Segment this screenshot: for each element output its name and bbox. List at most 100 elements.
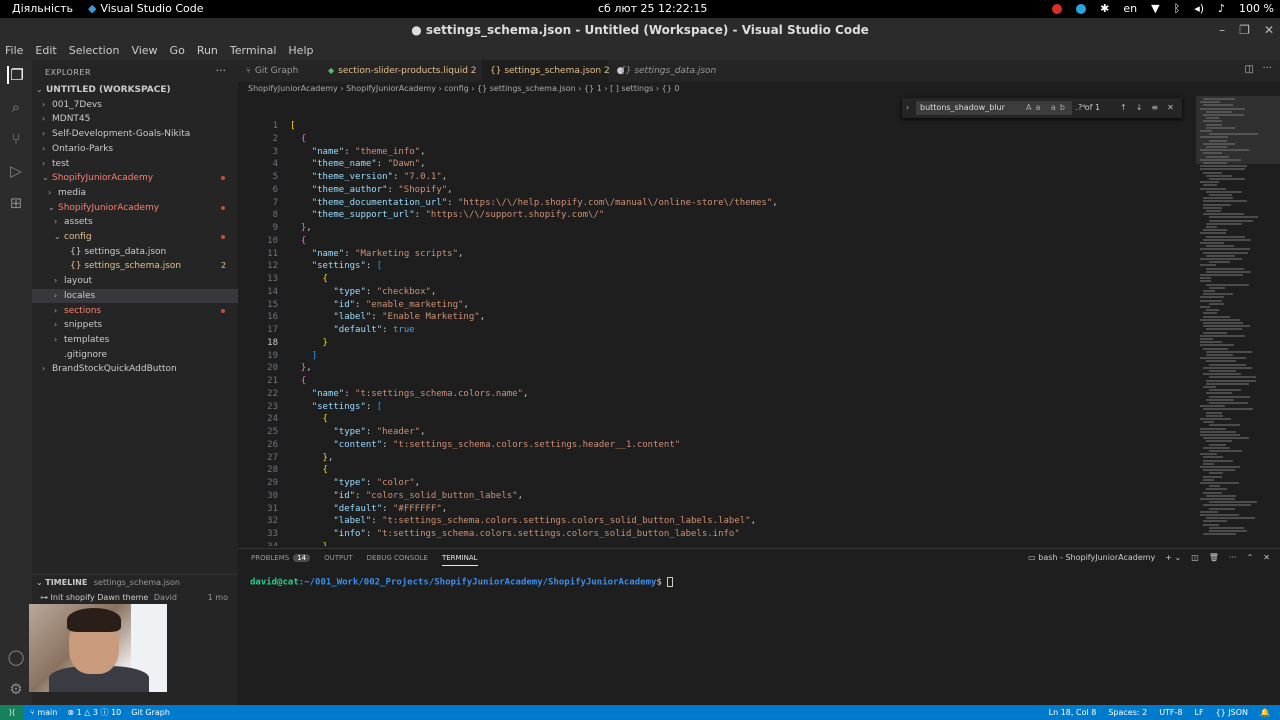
timeline-header[interactable]: ⌄ TIMELINE settings_schema.json	[36, 578, 180, 587]
code-line[interactable]: {	[290, 133, 306, 146]
minimize-icon[interactable]: –	[1219, 18, 1225, 42]
cursor-position[interactable]: Ln 18, Col 8	[1049, 705, 1097, 720]
language-mode[interactable]: {} JSON	[1216, 705, 1248, 720]
menu-selection[interactable]: Selection	[69, 42, 120, 60]
terminal-selector[interactable]: ▭ bash - ShopifyJuniorAcademy	[1028, 553, 1155, 562]
menu-terminal[interactable]: Terminal	[230, 42, 277, 60]
find-in-selection-icon[interactable]: ≡	[1151, 103, 1167, 112]
minimap-slider[interactable]	[1196, 96, 1280, 164]
code-editor[interactable]: 1 2 3 4 5 6 7 8 9 10 11 12 13 14 15 16 17 18 19 20 21 22 23 24 2…	[238, 96, 1196, 546]
code-line[interactable]: "content": "t:settings_schema.colors.set…	[290, 439, 680, 452]
maximize-panel-icon[interactable]: ⌃	[1247, 553, 1254, 562]
code-line[interactable]: "name": "t:settings_schema.colors.name",	[290, 388, 529, 401]
code-line[interactable]: "label": "Enable Marketing",	[290, 311, 485, 324]
explorer-icon[interactable]: ❐	[7, 66, 25, 84]
tree-item[interactable]: › 001_7Devs	[32, 98, 238, 112]
mic-icon[interactable]: ♪	[1218, 2, 1225, 15]
toggle-replace-icon[interactable]: ›	[906, 101, 909, 115]
code-line[interactable]: "name": "theme_info",	[290, 146, 426, 159]
previous-match-icon[interactable]: ↑	[1120, 103, 1136, 112]
settings-gear-icon[interactable]: ✱	[1100, 2, 1109, 15]
more-actions-icon[interactable]: ···	[216, 64, 227, 77]
menu-edit[interactable]: Edit	[35, 42, 56, 60]
problems-status[interactable]: ⊗ 1 △ 3 ⓘ 10	[67, 705, 121, 720]
code-line[interactable]: [	[290, 120, 295, 133]
code-line[interactable]: "theme_support_url": "https:\/\/support.…	[290, 209, 605, 222]
close-find-icon[interactable]: ✕	[1167, 103, 1183, 112]
tree-item[interactable]: › locales	[32, 288, 238, 303]
code-line[interactable]: "settings": [	[290, 401, 382, 414]
next-match-icon[interactable]: ↓	[1136, 103, 1152, 112]
code-line[interactable]: "default": true	[290, 324, 414, 337]
tree-item[interactable]: › templates	[32, 333, 238, 347]
more-actions-icon[interactable]: ···	[1229, 553, 1237, 562]
manage-gear-icon[interactable]: ⚙	[7, 680, 25, 698]
tree-item[interactable]: {} settings_schema.json 2	[32, 259, 238, 273]
tree-item[interactable]: .gitignore	[32, 348, 238, 362]
terminal-output[interactable]: david@cat:~/001_Work/002_Projects/Shopif…	[250, 577, 674, 588]
app-menu[interactable]: ◆ Visual Studio Code	[88, 2, 204, 15]
close-icon[interactable]: ✕	[1264, 18, 1274, 42]
menu-help[interactable]: Help	[288, 42, 313, 60]
code-line[interactable]: },	[290, 452, 334, 465]
end-of-line[interactable]: LF	[1195, 705, 1204, 720]
code-line[interactable]: "name": "Marketing scripts",	[290, 248, 464, 261]
code-line[interactable]: "theme_name": "Dawn",	[290, 158, 426, 171]
notifications-icon[interactable]: 🔔	[1260, 705, 1270, 720]
code-line[interactable]: "id": "colors_solid_button_labels",	[290, 490, 523, 503]
telegram-icon[interactable]	[1076, 3, 1087, 14]
bluetooth-icon[interactable]: ᛒ	[1174, 2, 1181, 15]
restore-icon[interactable]: ❐	[1239, 18, 1250, 42]
tab-section-slider-products[interactable]: ◆ section-slider-products.liquid 2	[320, 60, 478, 82]
code-line[interactable]: "type": "checkbox",	[290, 286, 436, 299]
menu-view[interactable]: View	[131, 42, 157, 60]
code-line[interactable]: },	[290, 541, 334, 546]
menu-run[interactable]: Run	[197, 42, 218, 60]
clock[interactable]: сб лют 25 12:22:15	[598, 2, 707, 15]
tree-item[interactable]: › sections	[32, 304, 238, 318]
code-line[interactable]: "info": "t:settings_schema.colors.settin…	[290, 528, 739, 541]
tree-item[interactable]: › Self-Development-Goals-Nikita	[32, 127, 238, 141]
split-terminal-icon[interactable]: ◫	[1191, 553, 1199, 562]
git-branch[interactable]: ⑂ main	[30, 705, 57, 720]
indentation[interactable]: Spaces: 2	[1108, 705, 1147, 720]
code-line[interactable]: },	[290, 362, 312, 375]
wifi-icon[interactable]: ▼	[1151, 2, 1159, 15]
tree-item[interactable]: › layout	[32, 274, 238, 288]
code-line[interactable]: "default": "#FFFFFF",	[290, 503, 447, 516]
kill-terminal-icon[interactable]: 🗑	[1209, 553, 1219, 562]
tree-item[interactable]: › snippets	[32, 318, 238, 332]
menu-go[interactable]: Go	[170, 42, 185, 60]
code-line[interactable]: "id": "enable_marketing",	[290, 299, 469, 312]
code-line[interactable]: "type": "header",	[290, 426, 425, 439]
tab-problems[interactable]: PROBLEMS 14	[251, 554, 311, 566]
breadcrumb[interactable]: ShopifyJuniorAcademy › ShopifyJuniorAcad…	[248, 84, 679, 93]
git-graph-status[interactable]: Git Graph	[131, 705, 170, 720]
tree-item[interactable]: › test	[32, 157, 238, 171]
code-line[interactable]: {	[290, 235, 306, 248]
tree-item[interactable]: › Ontario-Parks	[32, 142, 238, 156]
code-line[interactable]: "settings": [	[290, 260, 382, 273]
encoding[interactable]: UTF-8	[1159, 705, 1182, 720]
code-line[interactable]: {	[290, 464, 328, 477]
tab-output[interactable]: OUTPUT	[324, 554, 353, 566]
tree-item[interactable]: ⌄ config	[32, 230, 238, 244]
more-actions-icon[interactable]: ···	[1262, 63, 1272, 74]
split-editor-icon[interactable]: ◫	[1245, 64, 1254, 75]
code-line[interactable]: {	[290, 375, 306, 388]
battery-indicator[interactable]: 100 %	[1239, 2, 1274, 15]
tab-settings-schema[interactable]: {} settings_schema.json 2 ●	[482, 60, 624, 82]
tree-item[interactable]: ⌄ ShopifyJuniorAcademy	[32, 171, 238, 185]
timeline-entry[interactable]: ⊶ Init shopify Dawn theme David 1 mo	[40, 593, 238, 602]
run-debug-icon[interactable]: ▷	[7, 162, 25, 180]
activities-button[interactable]: Діяльність	[12, 2, 73, 15]
tab-git-graph[interactable]: ⑂ Git Graph	[238, 60, 320, 82]
tab-debug-console[interactable]: DEBUG CONSOLE	[367, 554, 428, 566]
chrome-icon[interactable]	[1052, 3, 1063, 14]
search-icon[interactable]: ⌕	[7, 98, 25, 116]
code-line[interactable]: "label": "t:settings_schema.colors.setti…	[290, 515, 756, 528]
code-line[interactable]: "theme_documentation_url": "https:\/\/he…	[290, 197, 778, 210]
language-indicator[interactable]: en	[1123, 2, 1137, 15]
code-line[interactable]: "theme_version": "7.0.1",	[290, 171, 447, 184]
tree-item[interactable]: ⌄ UNTITLED (WORKSPACE)	[32, 83, 238, 97]
